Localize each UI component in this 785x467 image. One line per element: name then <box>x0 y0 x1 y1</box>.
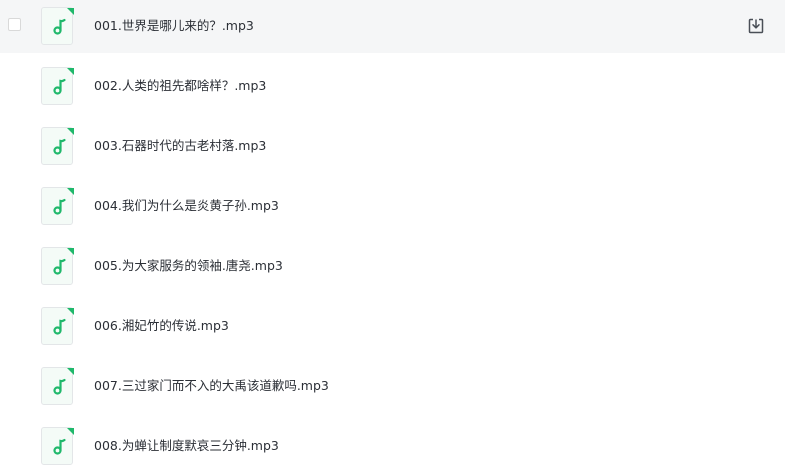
audio-file-icon <box>41 247 74 285</box>
file-name[interactable]: 002.人类的祖先都啥样？.mp3 <box>94 77 266 95</box>
file-name[interactable]: 008.为蝉让制度默哀三分钟.mp3 <box>94 437 279 455</box>
file-name[interactable]: 003.石器时代的古老村落.mp3 <box>94 137 266 155</box>
file-name[interactable]: 007.三过家门而不入的大禹该道歉吗.mp3 <box>94 377 329 395</box>
file-row[interactable]: 002.人类的祖先都啥样？.mp3 <box>0 60 785 113</box>
file-row[interactable]: 008.为蝉让制度默哀三分钟.mp3 <box>0 420 785 467</box>
file-row[interactable]: 006.湘妃竹的传说.mp3 <box>0 300 785 353</box>
file-name[interactable]: 001.世界是哪儿来的？.mp3 <box>94 17 254 35</box>
audio-file-icon <box>41 367 74 405</box>
row-checkbox[interactable] <box>8 18 21 31</box>
audio-file-icon <box>41 187 74 225</box>
file-row[interactable]: 005.为大家服务的领袖.唐尧.mp3 <box>0 240 785 293</box>
file-row[interactable]: 004.我们为什么是炎黄子孙.mp3 <box>0 180 785 233</box>
audio-file-icon <box>41 7 74 45</box>
download-icon[interactable] <box>747 17 765 35</box>
audio-file-icon <box>41 307 74 345</box>
audio-file-icon <box>41 67 74 105</box>
audio-file-icon <box>41 427 74 465</box>
file-name[interactable]: 006.湘妃竹的传说.mp3 <box>94 317 229 335</box>
file-list: 001.世界是哪儿来的？.mp3 002.人类的祖先都啥样？.mp3 003.石… <box>0 0 785 467</box>
file-name[interactable]: 004.我们为什么是炎黄子孙.mp3 <box>94 197 279 215</box>
file-name[interactable]: 005.为大家服务的领袖.唐尧.mp3 <box>94 257 283 275</box>
audio-file-icon <box>41 127 74 165</box>
file-row[interactable]: 003.石器时代的古老村落.mp3 <box>0 120 785 173</box>
file-row[interactable]: 001.世界是哪儿来的？.mp3 <box>0 0 785 53</box>
file-row[interactable]: 007.三过家门而不入的大禹该道歉吗.mp3 <box>0 360 785 413</box>
